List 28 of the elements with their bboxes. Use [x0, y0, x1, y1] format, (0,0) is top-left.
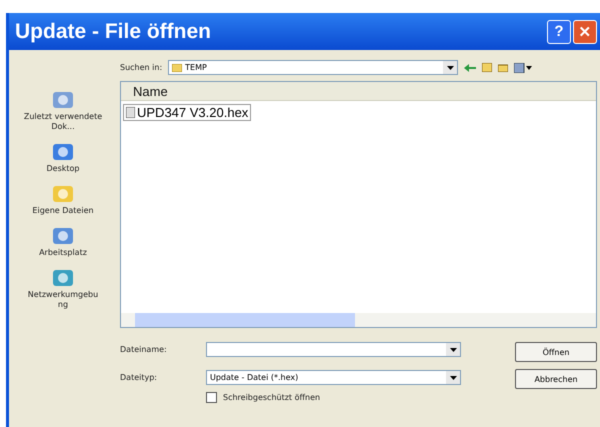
dropdown-arrow-icon[interactable] [446, 66, 454, 70]
dropdown-arrow-icon[interactable] [450, 376, 456, 380]
open-button[interactable]: Öffnen [515, 342, 597, 362]
close-button[interactable]: ✕ [573, 20, 597, 44]
file-type-dropdown[interactable]: Update - Datei (*.hex) [206, 370, 461, 385]
help-button[interactable]: ? [547, 20, 571, 44]
read-only-checkbox[interactable] [206, 392, 217, 403]
column-header[interactable]: Name [121, 82, 596, 101]
place-label[interactable]: Eigene Dateien [23, 206, 103, 216]
place-label[interactable]: Desktop [23, 164, 103, 174]
file-icon [126, 107, 135, 118]
window-title: Update - File öffnen [15, 20, 212, 44]
view-menu-icon[interactable] [514, 62, 532, 72]
cancel-button[interactable]: Abbrechen [515, 369, 597, 389]
place-label[interactable]: Netzwerkumgebu ng [23, 290, 103, 310]
file-type-label: Dateityp: [120, 373, 158, 382]
file-name-field[interactable] [206, 342, 461, 357]
dropdown-arrow-icon[interactable] [450, 348, 456, 352]
read-only-label: Schreibgeschützt öffnen [223, 393, 320, 402]
file-name-label: Dateiname: [120, 345, 168, 354]
horizontal-scrollbar[interactable] [121, 313, 596, 327]
new-folder-icon[interactable] [498, 63, 508, 72]
folder-up-icon[interactable] [482, 63, 492, 72]
look-in-label: Suchen in: [120, 63, 162, 72]
place-label[interactable]: Arbeitsplatz [23, 248, 103, 258]
place-label[interactable]: Zuletzt verwendete Dok... [23, 112, 103, 132]
back-icon[interactable] [464, 64, 476, 72]
look-in-dropdown[interactable]: TEMP [168, 60, 458, 75]
